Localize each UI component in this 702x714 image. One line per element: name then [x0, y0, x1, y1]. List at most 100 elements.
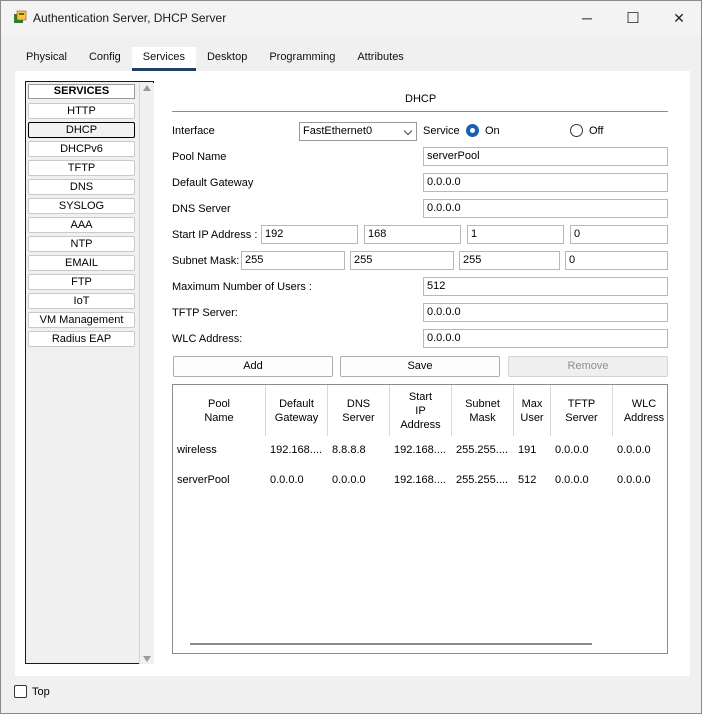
chevron-down-icon	[403, 126, 413, 136]
interface-label: Interface	[172, 125, 215, 137]
tab-config[interactable]: Config	[78, 47, 132, 71]
dns-server-field[interactable]: 0.0.0.0	[423, 199, 668, 218]
app-window: Authentication Server, DHCP Server ─ ☐ ✕…	[0, 0, 702, 714]
max-users-label: Maximum Number of Users :	[172, 281, 312, 293]
close-icon: ✕	[673, 9, 685, 26]
scroll-up-icon[interactable]	[143, 85, 151, 91]
table-cell[interactable]: wireless	[177, 444, 265, 456]
service-item-syslog[interactable]: SYSLOG	[28, 198, 135, 214]
service-item-tftp[interactable]: TFTP	[28, 160, 135, 176]
table-cell[interactable]: 0.0.0.0	[617, 474, 667, 486]
service-item-radius-eap[interactable]: Radius EAP	[28, 331, 135, 347]
scroll-down-icon[interactable]	[143, 656, 151, 662]
subnet-mask-octet-2[interactable]: 255	[350, 251, 454, 270]
service-item-ntp[interactable]: NTP	[28, 236, 135, 252]
table-cell[interactable]: 512	[518, 474, 550, 486]
column-header-start-ip[interactable]: Start IP Address	[390, 385, 452, 436]
tab-programming[interactable]: Programming	[258, 47, 346, 71]
services-list: SERVICES HTTP DHCP DHCPv6 TFTP DNS SYSLO…	[25, 81, 154, 664]
table-horizontal-scrollbar[interactable]	[190, 643, 592, 645]
service-item-dhcp[interactable]: DHCP	[28, 122, 135, 138]
server-app-icon	[14, 10, 27, 23]
subnet-mask-octet-1[interactable]: 255	[241, 251, 345, 270]
start-ip-label: Start IP Address :	[172, 229, 258, 241]
title-bar: Authentication Server, DHCP Server ─ ☐ ✕	[1, 1, 701, 35]
title-divider	[172, 111, 668, 112]
tab-services[interactable]: Services	[131, 47, 197, 71]
wlc-address-field[interactable]: 0.0.0.0	[423, 329, 668, 348]
start-ip-octet-1[interactable]: 192	[261, 225, 358, 244]
table-cell[interactable]: 0.0.0.0	[555, 474, 611, 486]
service-item-vm-management[interactable]: VM Management	[28, 312, 135, 328]
service-item-ftp[interactable]: FTP	[28, 274, 135, 290]
minimize-button[interactable]: ─	[564, 1, 610, 35]
dhcp-pool-table: Pool Name Default Gateway DNS Server Sta…	[172, 384, 668, 654]
service-item-email[interactable]: EMAIL	[28, 255, 135, 271]
service-item-iot[interactable]: IoT	[28, 293, 135, 309]
default-gateway-label: Default Gateway	[172, 177, 254, 189]
tab-physical[interactable]: Physical	[15, 47, 78, 71]
subnet-mask-label: Subnet Mask:	[172, 255, 240, 267]
start-ip-octet-3[interactable]: 1	[467, 225, 564, 244]
start-ip-octet-2[interactable]: 168	[364, 225, 461, 244]
table-cell[interactable]: 192.168....	[394, 444, 450, 456]
default-gateway-field[interactable]: 0.0.0.0	[423, 173, 668, 192]
top-checkbox[interactable]	[14, 685, 27, 698]
table-cell[interactable]: serverPool	[177, 474, 265, 486]
table-cell[interactable]: 255.255....	[456, 474, 512, 486]
table-cell[interactable]: 192.168....	[270, 444, 326, 456]
bottom-bar	[1, 677, 701, 713]
table-cell[interactable]: 0.0.0.0	[617, 444, 667, 456]
services-scrollbar[interactable]	[139, 83, 154, 664]
table-cell[interactable]: 255.255....	[456, 444, 512, 456]
interface-value: FastEthernet0	[303, 125, 373, 137]
column-header-dns-server[interactable]: DNS Server	[328, 385, 390, 436]
interface-select[interactable]: FastEthernet0	[299, 122, 417, 141]
table-cell[interactable]: 192.168....	[394, 474, 450, 486]
table-cell[interactable]: 8.8.8.8	[332, 444, 388, 456]
tab-desktop[interactable]: Desktop	[196, 47, 258, 71]
max-users-field[interactable]: 512	[423, 277, 668, 296]
service-item-dns[interactable]: DNS	[28, 179, 135, 195]
tftp-server-field[interactable]: 0.0.0.0	[423, 303, 668, 322]
table-cell[interactable]: 0.0.0.0	[555, 444, 611, 456]
maximize-button[interactable]: ☐	[610, 1, 656, 35]
dns-server-label: DNS Server	[172, 203, 231, 215]
column-header-pool-name[interactable]: Pool Name	[173, 385, 266, 436]
subnet-mask-octet-3[interactable]: 255	[459, 251, 560, 270]
window-title: Authentication Server, DHCP Server	[33, 11, 227, 25]
tftp-server-label: TFTP Server:	[172, 307, 238, 319]
tab-attributes[interactable]: Attributes	[346, 47, 414, 71]
column-header-subnet-mask[interactable]: Subnet Mask	[452, 385, 514, 436]
column-header-max-user[interactable]: Max User	[514, 385, 551, 436]
maximize-icon: ☐	[626, 10, 640, 27]
remove-button[interactable]: Remove	[508, 356, 668, 377]
save-button[interactable]: Save	[340, 356, 500, 377]
service-item-http[interactable]: HTTP	[28, 103, 135, 119]
services-panel: SERVICES HTTP DHCP DHCPv6 TFTP DNS SYSLO…	[15, 71, 690, 676]
close-button[interactable]: ✕	[656, 1, 702, 35]
tab-bar: Physical Config Services Desktop Program…	[15, 47, 415, 71]
table-cell[interactable]: 191	[518, 444, 550, 456]
pool-name-label: Pool Name	[172, 151, 227, 163]
services-header: SERVICES	[28, 84, 135, 99]
table-cell[interactable]: 0.0.0.0	[332, 474, 388, 486]
column-header-wlc-address[interactable]: WLC Address	[613, 385, 667, 436]
service-off-radio[interactable]	[570, 124, 583, 137]
service-on-radio[interactable]	[466, 124, 479, 137]
wlc-address-label: WLC Address:	[172, 333, 243, 345]
dhcp-title: DHCP	[405, 93, 437, 105]
service-item-dhcpv6[interactable]: DHCPv6	[28, 141, 135, 157]
column-header-default-gateway[interactable]: Default Gateway	[266, 385, 328, 436]
add-button[interactable]: Add	[173, 356, 333, 377]
service-off-label: Off	[589, 125, 604, 137]
service-item-aaa[interactable]: AAA	[28, 217, 135, 233]
subnet-mask-octet-4[interactable]: 0	[565, 251, 668, 270]
top-checkbox-label: Top	[32, 686, 50, 698]
service-on-label: On	[485, 125, 500, 137]
column-header-tftp-server[interactable]: TFTP Server	[551, 385, 613, 436]
start-ip-octet-4[interactable]: 0	[570, 225, 668, 244]
pool-name-field[interactable]: serverPool	[423, 147, 668, 166]
service-label: Service	[423, 125, 460, 137]
table-cell[interactable]: 0.0.0.0	[270, 474, 326, 486]
